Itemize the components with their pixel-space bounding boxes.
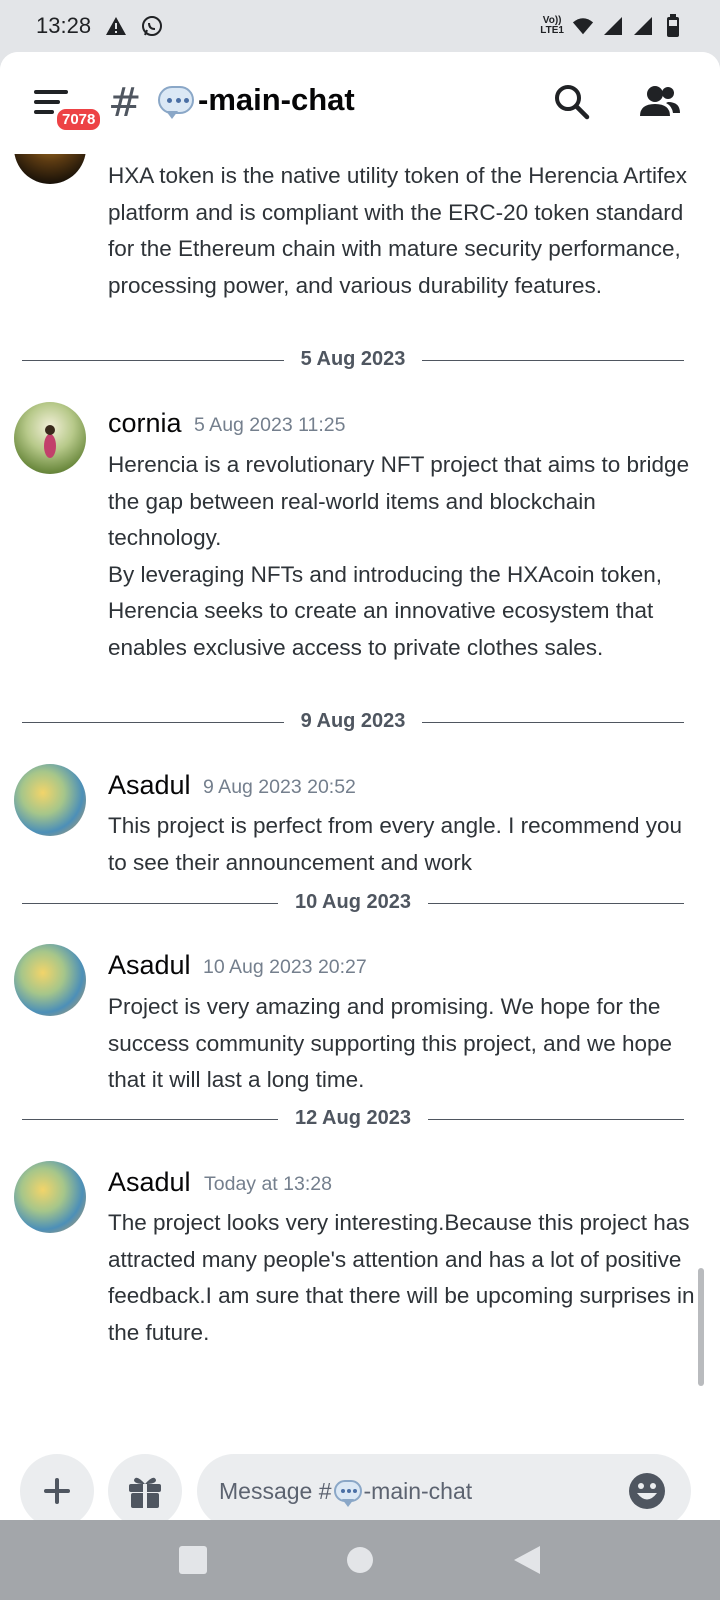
status-right: Vo)) LTE1 <box>540 14 684 37</box>
gift-button[interactable] <box>108 1454 182 1520</box>
signal-icon <box>602 15 624 37</box>
volte-line2: LTE1 <box>540 25 564 36</box>
message-timestamp: 5 Aug 2023 11:25 <box>194 414 346 436</box>
message-content: HXA token is the native utility token of… <box>108 163 688 298</box>
avatar[interactable] <box>14 944 86 1016</box>
speech-balloon-icon <box>333 1480 362 1507</box>
message-username[interactable]: Asadul <box>108 950 191 981</box>
hash-icon: # <box>108 80 142 126</box>
menu-button[interactable]: 7078 <box>34 88 104 133</box>
message-content: The project looks very interesting.Becau… <box>108 1210 695 1345</box>
avatar-image <box>44 425 56 458</box>
message-timestamp: 10 Aug 2023 20:27 <box>203 956 367 978</box>
input-placeholder-prefix: Message # <box>219 1477 332 1504</box>
message-username[interactable]: cornia <box>108 408 182 439</box>
battery-icon <box>662 14 684 37</box>
members-icon <box>640 86 680 116</box>
app-window: 7078 # -main-chat HXA token is the nativ… <box>0 52 720 1520</box>
signal-icon-2 <box>632 15 654 37</box>
hamburger-line <box>34 100 60 104</box>
avatar[interactable] <box>14 764 86 836</box>
whatsapp-icon <box>141 15 163 37</box>
date-divider: 10 Aug 2023 <box>22 891 684 915</box>
status-time: 13:28 <box>36 13 92 38</box>
divider-date: 12 Aug 2023 <box>295 1107 411 1129</box>
back-button[interactable] <box>509 1542 545 1578</box>
warning-icon <box>105 15 127 37</box>
message-content: Herencia is a revolutionary NFT project … <box>108 452 690 660</box>
gift-icon <box>129 1477 161 1508</box>
speech-balloon-icon <box>158 86 194 119</box>
avatar[interactable] <box>14 402 86 474</box>
message-list[interactable]: HXA token is the native utility token of… <box>0 154 720 1454</box>
message-username[interactable]: Asadul <box>108 770 191 801</box>
hamburger-line <box>34 110 54 114</box>
members-button[interactable] <box>638 82 682 122</box>
add-attachment-button[interactable] <box>20 1454 94 1520</box>
home-button[interactable] <box>342 1542 378 1578</box>
channel-header: 7078 # -main-chat <box>0 52 720 154</box>
unread-badge: 7078 <box>54 106 104 133</box>
channel-name: -main-chat <box>198 82 355 117</box>
message-timestamp: Today at 13:28 <box>204 1173 332 1195</box>
system-nav-bar <box>0 1520 720 1600</box>
volte-indicator: Vo)) LTE1 <box>540 16 564 36</box>
smiley-icon <box>629 1473 665 1509</box>
search-button[interactable] <box>552 82 592 122</box>
scrollbar[interactable] <box>698 1268 704 1386</box>
search-icon <box>555 85 590 120</box>
avatar[interactable] <box>14 1161 86 1233</box>
channel-title[interactable]: -main-chat <box>158 82 355 119</box>
message-timestamp: 9 Aug 2023 20:52 <box>203 776 356 798</box>
message-username[interactable]: Asadul <box>108 1167 191 1198</box>
status-left: 13:28 <box>36 13 163 39</box>
divider-date: 5 Aug 2023 <box>300 348 406 370</box>
divider-date: 10 Aug 2023 <box>295 891 411 913</box>
triangle-back-icon <box>513 1546 540 1574</box>
date-divider: 12 Aug 2023 <box>22 1107 684 1131</box>
date-divider: 9 Aug 2023 <box>22 710 684 734</box>
status-bar: 13:28 Vo)) LTE1 <box>0 0 720 52</box>
circle-icon <box>346 1547 373 1573</box>
message-input[interactable]: Message # -main-chat <box>197 1454 691 1520</box>
date-divider: 5 Aug 2023 <box>22 348 684 372</box>
message-composer: Message # -main-chat <box>0 1454 720 1520</box>
avatar[interactable] <box>14 154 86 184</box>
recents-button[interactable] <box>175 1542 211 1578</box>
emoji-button[interactable] <box>628 1472 666 1510</box>
hamburger-menu-icon <box>34 90 68 94</box>
square-icon <box>179 1546 208 1574</box>
divider-date: 9 Aug 2023 <box>300 710 406 732</box>
message-content: This project is perfect from every angle… <box>108 813 682 875</box>
message-content: Project is very amazing and promising. W… <box>108 994 673 1092</box>
plus-icon <box>44 1478 70 1504</box>
input-placeholder-channel: -main-chat <box>363 1477 473 1504</box>
wifi-icon <box>572 15 594 37</box>
